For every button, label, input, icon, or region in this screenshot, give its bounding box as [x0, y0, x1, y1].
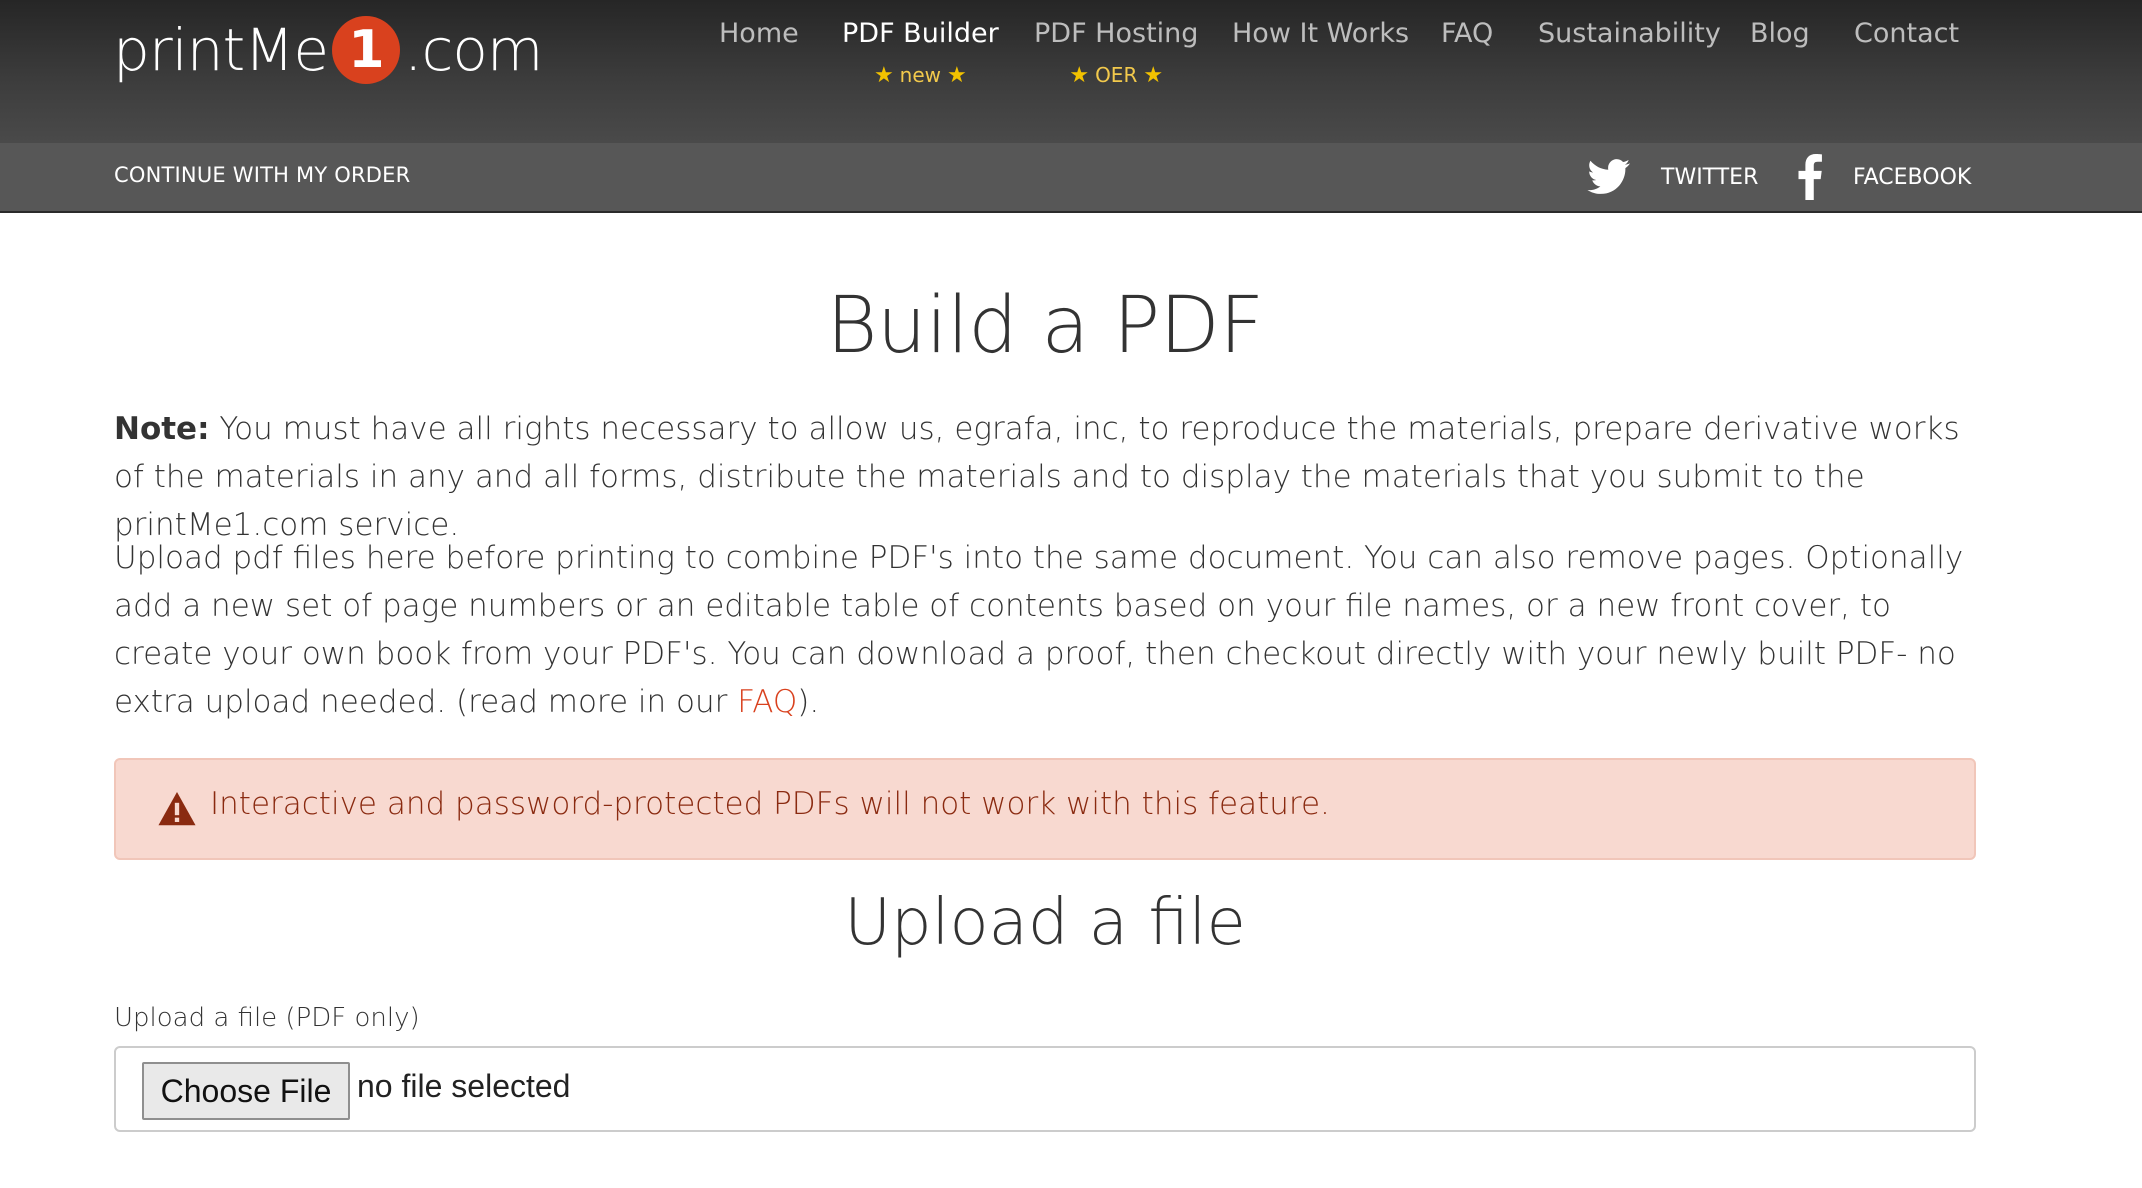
- nav-sustainability-label: Sustainability: [1538, 18, 1721, 49]
- nav-how-it-works-label: How It Works: [1232, 18, 1410, 49]
- faq-link[interactable]: FAQ: [737, 684, 797, 720]
- facebook-icon: [1798, 154, 1822, 200]
- badge-new-label: new: [899, 63, 942, 87]
- nav-faq-label: FAQ: [1441, 18, 1494, 49]
- nav-blog[interactable]: Blog: [1750, 18, 1810, 49]
- rights-note: Note: You must have all rights necessary…: [114, 405, 1976, 549]
- badge-oer-label: OER: [1095, 63, 1138, 87]
- upload-field-label: Upload a file (PDF only): [114, 1003, 420, 1033]
- twitter-link[interactable]: TWITTER: [1587, 157, 1758, 197]
- nav-contact-label: Contact: [1854, 18, 1960, 49]
- nav-pdf-hosting-label: PDF Hosting: [1034, 18, 1199, 49]
- upload-section-title: Upload a file: [844, 886, 1246, 960]
- star-icon: ★: [873, 63, 894, 88]
- choose-file-button[interactable]: Choose File: [142, 1062, 350, 1120]
- twitter-icon: [1587, 159, 1630, 194]
- intro-paragraph: Upload pdf files here before printing to…: [114, 534, 1976, 726]
- continue-order-link[interactable]: CONTINUE WITH MY ORDER: [114, 163, 410, 187]
- file-status-text: no file selected: [357, 1068, 571, 1104]
- star-icon: ★: [1143, 63, 1164, 88]
- star-icon: ★: [947, 63, 967, 88]
- nav-blog-label: Blog: [1750, 18, 1810, 49]
- site-header: printMe 1 .com Home PDF Builder ★ new ★ PD…: [0, 0, 2142, 143]
- nav-contact[interactable]: Contact: [1854, 18, 1959, 49]
- nav-home-label: Home: [719, 18, 799, 49]
- main-nav: Home PDF Builder ★ new ★ PDF Hosting ★ OER ★…: [0, 18, 2142, 98]
- page-title: Build a PDF: [826, 281, 1264, 371]
- file-input[interactable]: Choose File no file selected: [114, 1046, 1976, 1132]
- intro-text: Upload pdf files here before printing to…: [114, 540, 1964, 720]
- nav-how-it-works[interactable]: How It Works: [1232, 18, 1409, 49]
- nav-pdf-hosting[interactable]: PDF Hosting ★ OER ★: [1034, 18, 1198, 88]
- nav-home[interactable]: Home: [719, 18, 799, 49]
- twitter-label: TWITTER: [1661, 164, 1759, 190]
- nav-badge-new: ★ new ★: [842, 63, 999, 88]
- star-icon: ★: [1069, 63, 1090, 88]
- secondary-bar: CONTINUE WITH MY ORDER TWITTER FACEBOOK: [0, 143, 2142, 213]
- nav-sustainability[interactable]: Sustainability: [1538, 18, 1721, 49]
- nav-pdf-builder-label: PDF Builder: [842, 18, 999, 49]
- intro-end: ).: [797, 684, 820, 720]
- facebook-label: FACEBOOK: [1853, 164, 1972, 190]
- alert-text: Interactive and password-protected PDFs …: [210, 786, 1330, 822]
- note-text: You must have all rights necessary to al…: [114, 411, 1960, 543]
- facebook-link[interactable]: FACEBOOK: [1797, 154, 1972, 200]
- warning-alert: Interactive and password-protected PDFs …: [114, 758, 1976, 860]
- nav-pdf-builder[interactable]: PDF Builder ★ new ★: [842, 18, 999, 88]
- note-label: Note:: [114, 411, 210, 447]
- nav-faq[interactable]: FAQ: [1441, 18, 1493, 49]
- nav-badge-oer: ★ OER ★: [1034, 63, 1198, 88]
- warning-triangle-icon: [158, 792, 196, 826]
